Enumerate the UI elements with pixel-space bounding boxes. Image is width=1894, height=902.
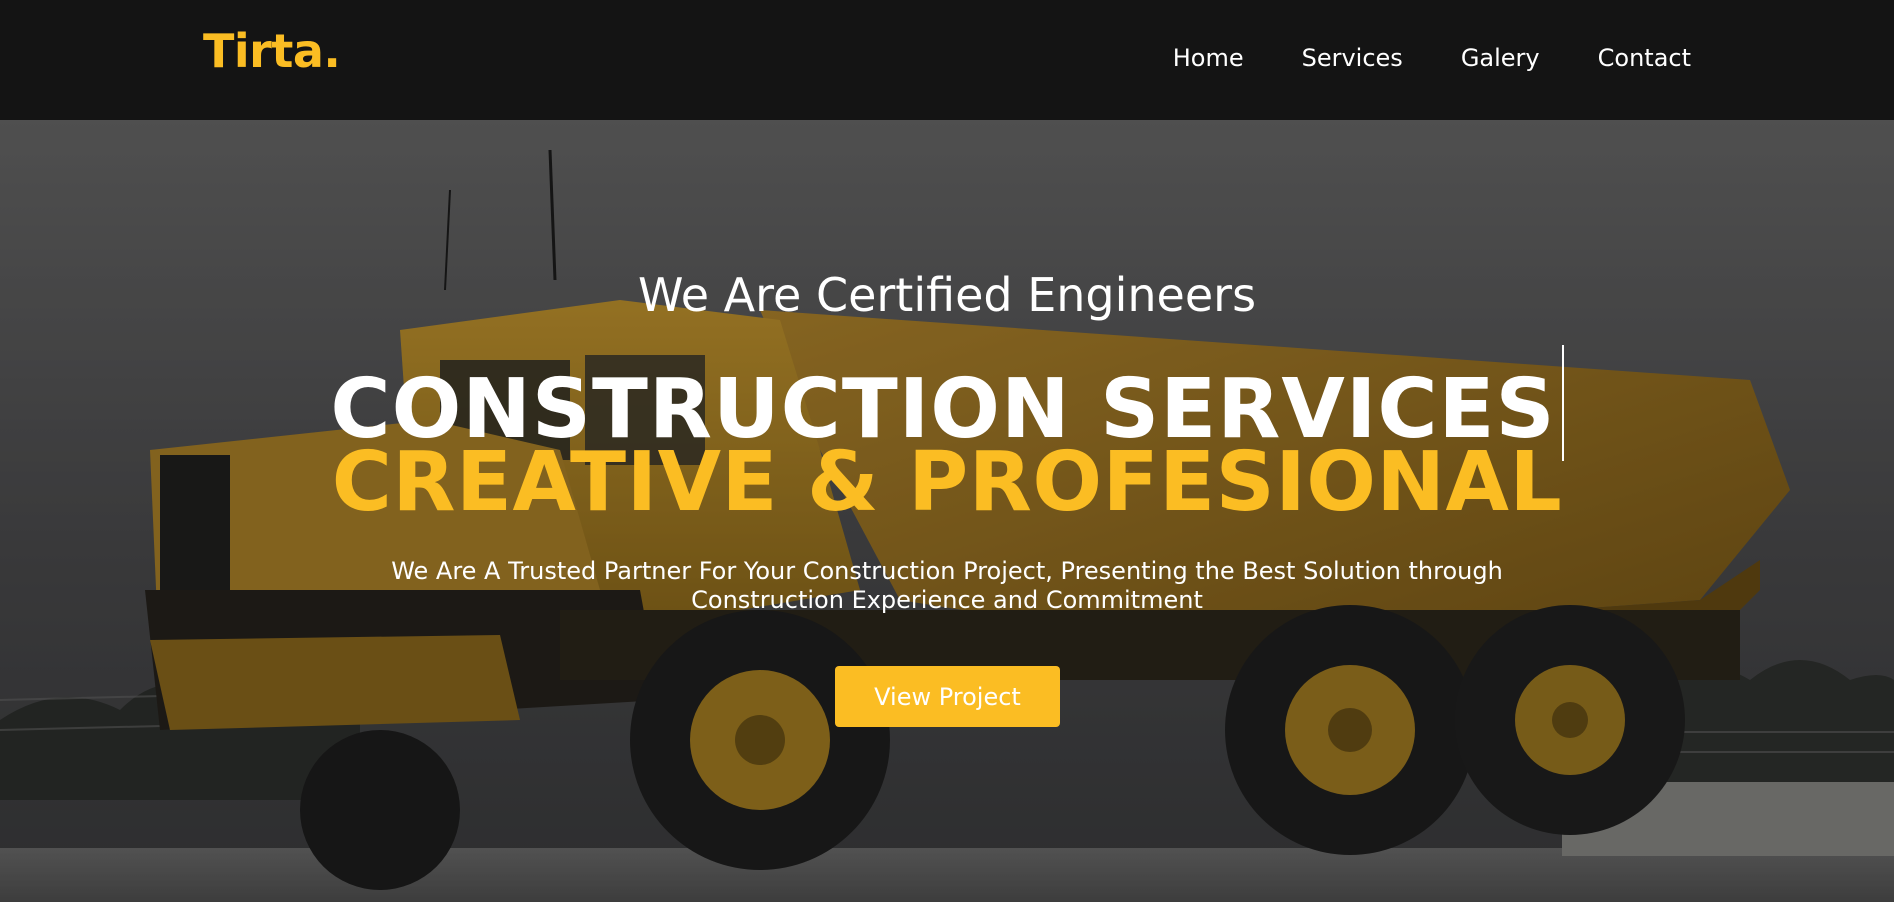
nav-link-contact[interactable]: Contact bbox=[1598, 44, 1691, 73]
main-nav: Home Services Galery Contact bbox=[1173, 44, 1691, 73]
site-header: Tirta. Home Services Galery Contact bbox=[0, 0, 1894, 120]
site-logo[interactable]: Tirta. bbox=[203, 28, 341, 74]
nav-link-services[interactable]: Services bbox=[1302, 44, 1403, 73]
hero-content: We Are Certified Engineers CONSTRUCTION … bbox=[0, 120, 1894, 902]
hero-section: We Are Certified Engineers CONSTRUCTION … bbox=[0, 120, 1894, 902]
nav-link-home[interactable]: Home bbox=[1173, 44, 1244, 73]
nav-link-galery[interactable]: Galery bbox=[1461, 44, 1540, 73]
hero-subtitle: We Are A Trusted Partner For Your Constr… bbox=[391, 557, 1503, 615]
hero-eyebrow: We Are Certified Engineers bbox=[637, 268, 1257, 322]
hero-title-line-2: CREATIVE & PROFESIONAL bbox=[331, 435, 1563, 530]
view-project-button[interactable]: View Project bbox=[835, 666, 1060, 727]
